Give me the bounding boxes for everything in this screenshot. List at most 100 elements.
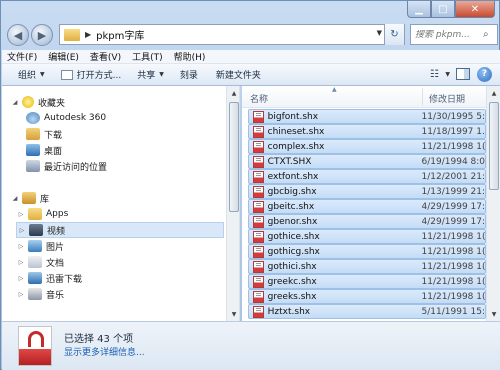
file-row[interactable]: bigfont.shx 11/30/1995 5:... (248, 109, 486, 124)
nav-favorites-header[interactable]: ◢ 收藏夹 (10, 94, 65, 110)
minimize-button[interactable]: ▁ (407, 1, 431, 18)
column-name-header[interactable]: 名称 (250, 92, 268, 105)
new-folder-button[interactable]: 新建文件夹 (210, 65, 267, 85)
back-arrow-icon: ◀ (13, 28, 23, 42)
file-row[interactable]: gbenor.shx 4/29/1999 17:... (248, 214, 486, 229)
nav-libraries-header[interactable]: ◢ 库 (10, 190, 49, 206)
file-row[interactable]: chineset.shx 11/18/1997 1... (248, 124, 486, 139)
expand-arrow-icon[interactable]: ▷ (16, 259, 26, 266)
nav-pane-scrollbar[interactable]: ▲ ▼ (226, 86, 239, 321)
scroll-down-icon[interactable]: ▼ (487, 307, 500, 321)
file-name: greekc.shx (267, 276, 317, 287)
maximize-icon: □ (438, 3, 448, 15)
nav-item-downloads[interactable]: 下载 (24, 126, 62, 142)
file-row[interactable]: CTXT.SHX 6/19/1994 8:0... (248, 154, 486, 169)
search-box[interactable]: ⌕ (410, 24, 498, 45)
shx-file-icon (253, 200, 264, 213)
file-row[interactable]: gothicg.shx 11/21/1998 1(... (248, 244, 486, 259)
file-name: gothicg.shx (267, 246, 320, 257)
file-row[interactable]: gbeitc.shx 4/29/1999 17:... (248, 199, 486, 214)
expand-arrow-icon[interactable]: ▷ (16, 275, 26, 282)
scroll-up-icon[interactable]: ▲ (227, 86, 239, 100)
file-date: 6/19/1994 8:0... (421, 156, 485, 167)
maximize-button[interactable]: □ (431, 1, 455, 18)
expand-arrow-icon[interactable]: ▷ (17, 227, 27, 234)
file-row[interactable]: gbcbig.shx 1/13/1999 21:... (248, 184, 486, 199)
address-history-dropdown-icon[interactable]: ▼ (377, 29, 382, 37)
burn-button[interactable]: 刻录 (174, 65, 204, 85)
shx-file-icon (253, 155, 264, 168)
nav-item-label: 图片 (46, 242, 65, 253)
collapse-arrow-icon[interactable]: ◢ (10, 195, 20, 202)
help-button[interactable]: ? (477, 66, 492, 82)
scrollbar-thumb[interactable] (489, 102, 499, 190)
file-row[interactable]: complex.shx 11/21/1998 1(... (248, 139, 486, 154)
file-list-scrollbar[interactable]: ▲ ▼ (486, 86, 500, 321)
file-row[interactable]: gothice.shx 11/21/1998 1(... (248, 229, 486, 244)
nav-item-label: Apps (46, 209, 69, 219)
nav-item-music[interactable]: ▷ 音乐 (16, 286, 64, 302)
menu-edit[interactable]: 编辑(E) (43, 50, 85, 63)
nav-item-autodesk-360[interactable]: Autodesk 360 (24, 110, 106, 126)
open-with-button[interactable]: 打开方式... (55, 65, 128, 85)
file-row[interactable]: Hztxt.shx 5/11/1991 15:... (248, 304, 486, 319)
preview-pane-button[interactable] (456, 68, 470, 80)
navigation-pane: ◢ 收藏夹 Autodesk 360 下载 桌面 最近访问的位置 ◢ 库 ▷ A… (2, 86, 240, 321)
nav-item-label: 桌面 (44, 146, 63, 157)
organize-button[interactable]: 组织 ▼ (12, 65, 51, 85)
close-button[interactable]: ✕ (455, 1, 495, 18)
expand-arrow-icon[interactable]: ▷ (16, 211, 26, 218)
expand-arrow-icon[interactable]: ▷ (16, 243, 26, 250)
column-divider[interactable] (422, 88, 423, 106)
file-date: 5/11/1991 15:... (421, 306, 485, 317)
shx-file-icon (253, 185, 264, 198)
expand-arrow-icon[interactable]: ▷ (16, 291, 26, 298)
nav-item-apps[interactable]: ▷ Apps (16, 206, 68, 222)
folder-icon (64, 28, 80, 41)
share-button[interactable]: 共享 ▼ (131, 65, 170, 85)
menu-tools[interactable]: 工具(T) (127, 50, 169, 63)
nav-item-videos[interactable]: ▷ 视频 (16, 222, 224, 238)
collapse-arrow-icon[interactable]: ◢ (10, 99, 20, 106)
selected-file-type-icon (18, 326, 52, 366)
show-more-details-link[interactable]: 显示更多详细信息... (64, 345, 145, 358)
file-row[interactable]: extfont.shx 1/12/2001 21:... (248, 169, 486, 184)
view-dropdown-arrow-icon[interactable]: ▼ (445, 71, 450, 78)
search-input[interactable] (415, 29, 483, 40)
nav-item-documents[interactable]: ▷ 文档 (16, 254, 64, 270)
scrollbar-thumb[interactable] (229, 102, 239, 212)
file-row[interactable]: greeks.shx 11/21/1998 1(... (248, 289, 486, 304)
breadcrumb-segment[interactable]: pkpm字库 (96, 27, 144, 42)
file-row[interactable]: greekc.shx 11/21/1998 1(... (248, 274, 486, 289)
breadcrumb-chevron-icon[interactable]: ▶ (85, 30, 91, 39)
nav-libraries-label: 库 (40, 194, 50, 205)
icon-band (19, 349, 51, 365)
shx-file-icon (253, 215, 264, 228)
nav-item-label: 视频 (47, 226, 66, 237)
nav-item-desktop[interactable]: 桌面 (24, 142, 62, 158)
change-view-button[interactable]: ☷ (423, 66, 445, 82)
nav-item-label: 最近访问的位置 (44, 162, 108, 173)
nav-item-label: 下载 (44, 130, 63, 141)
forward-button[interactable]: ▶ (31, 24, 53, 46)
pictures-library-icon (28, 240, 42, 252)
menu-view[interactable]: 查看(V) (85, 50, 127, 63)
nav-item-pictures[interactable]: ▷ 图片 (16, 238, 64, 254)
menu-help[interactable]: 帮助(H) (169, 50, 212, 63)
column-date-header[interactable]: 修改日期 (429, 92, 465, 105)
file-name: gbenor.shx (267, 216, 318, 227)
back-button[interactable]: ◀ (7, 24, 29, 46)
scroll-down-icon[interactable]: ▼ (227, 307, 239, 321)
open-with-icon (60, 69, 73, 80)
file-list-pane: ▲ 名称 修改日期 bigfont.shx 11/30/1995 5:... ch… (242, 86, 500, 321)
command-bar: 组织 ▼ 打开方式... 共享 ▼ 刻录 新建文件夹 ☷ ▼ ? (2, 64, 500, 86)
refresh-button[interactable]: ↻ (384, 24, 404, 45)
nav-item-recent-places[interactable]: 最近访问的位置 (24, 158, 107, 174)
file-row[interactable]: gothici.shx 11/21/1998 1(... (248, 259, 486, 274)
scroll-up-icon[interactable]: ▲ (487, 86, 500, 100)
nav-item-xunlei-downloads[interactable]: ▷ 迅雷下载 (16, 270, 82, 286)
address-bar[interactable]: ▶ pkpm字库 ▼ ↻ (59, 24, 405, 45)
menu-file[interactable]: 文件(F) (2, 50, 43, 63)
search-icon[interactable]: ⌕ (483, 29, 489, 40)
menu-bar: 文件(F) 编辑(E) 查看(V) 工具(T) 帮助(H) (2, 50, 500, 64)
